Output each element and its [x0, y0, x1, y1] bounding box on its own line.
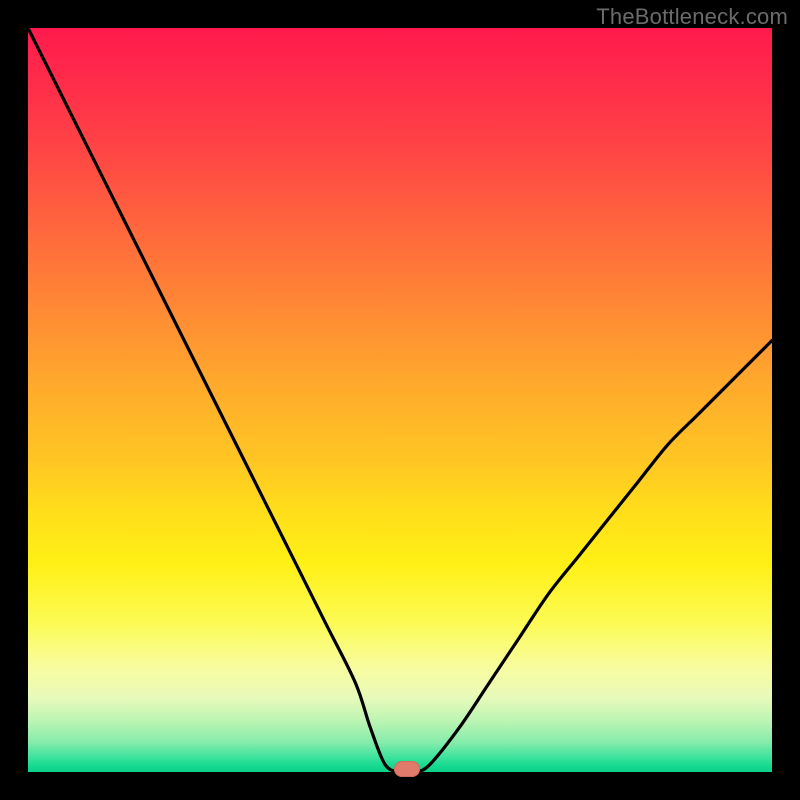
optimal-point-marker	[394, 761, 420, 777]
watermark-text: TheBottleneck.com	[596, 4, 788, 30]
bottleneck-curve	[28, 28, 772, 772]
plot-area	[28, 28, 772, 772]
chart-frame: TheBottleneck.com	[0, 0, 800, 800]
